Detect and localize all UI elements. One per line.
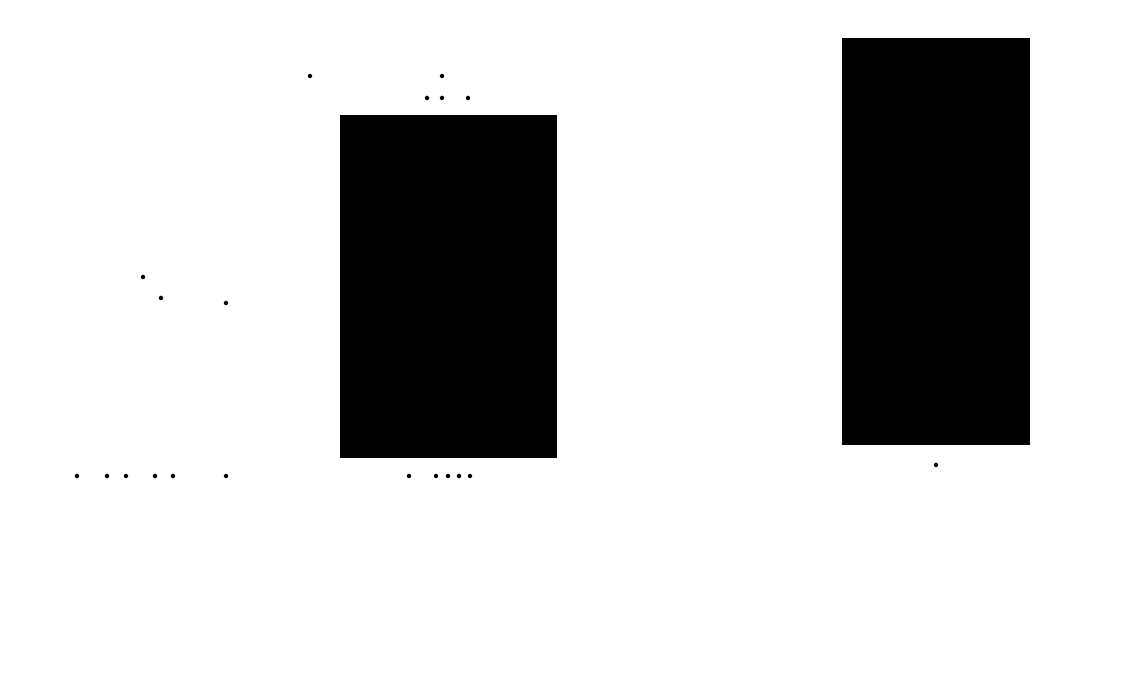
conn7-pins: [33, 576, 112, 590]
u1-portd-pins: [573, 249, 637, 265]
u1-portb-pins: [573, 119, 637, 135]
bus-entry: [1082, 52, 1113, 65]
no-connect-icon: [817, 409, 823, 415]
u1-pin-xtal1: [315, 164, 325, 170]
usb-pin: [105, 355, 109, 360]
ic2-pin-ale: [1046, 145, 1055, 151]
u1-porte-pins: [573, 344, 637, 360]
no-connect-icon: [1049, 145, 1055, 151]
no-connect-icon: [817, 50, 823, 56]
no-connect-icon: [617, 218, 623, 224]
vcc-power-flag: [174, 339, 180, 345]
ic2-portb-pins: [1046, 160, 1113, 176]
bus-entry: [617, 252, 637, 265]
u1-right-pin-row: [573, 389, 637, 405]
ic2-right-pin-row: [1046, 160, 1113, 176]
ic2-portd-pins: [1046, 349, 1113, 365]
bus-entry: [617, 392, 637, 405]
ic2-symbol: [817, 18, 1113, 480]
no-connect-icon: [315, 185, 321, 191]
ic2-pin-oc1b: [817, 409, 827, 415]
bus-entry: [617, 122, 637, 135]
ic2-pin-gnd: [934, 460, 938, 465]
r2-resistor: [161, 272, 217, 282]
usb-top-pins: [105, 355, 109, 360]
schematic-canvas: [33, 18, 1113, 661]
ic2-right-pin-row: [1046, 49, 1113, 65]
conn7-symbol: [33, 576, 138, 661]
no-connect-icon: [1081, 160, 1087, 166]
no-connect-icon: [315, 164, 321, 170]
conn7-pin-row: [33, 576, 112, 590]
bus-entry: [1082, 352, 1113, 365]
u1-pin-dminus: [320, 286, 325, 290]
u1-portf-pins: [573, 389, 637, 405]
no-connect-icon: [817, 105, 823, 111]
no-connect-icon: [315, 119, 321, 125]
no-connect-icon: [1081, 49, 1087, 55]
no-connect-icon: [1081, 252, 1087, 258]
u1-pin-xtal2: [315, 185, 325, 191]
u1-pin-vbus: [320, 256, 325, 260]
u1-portc-pins: [573, 218, 637, 234]
ic2-pin-icp: [817, 395, 827, 401]
pin-pad: [105, 582, 112, 590]
no-connect-icon: [817, 149, 823, 155]
no-connect-icon: [1081, 349, 1087, 355]
ic2-right-pin-row: [1046, 252, 1113, 268]
u1-pin-ucap: [320, 301, 325, 305]
c4-capacitor: [217, 322, 236, 327]
bus-entry: [617, 347, 637, 360]
ic2-porta-pins: [1046, 49, 1113, 65]
u1-right-pin-row: [573, 344, 637, 360]
no-connect-icon: [617, 119, 623, 125]
u1-bottom-pins: [409, 458, 470, 474]
u1-pin-reset: [315, 119, 325, 125]
ic2-pin-xtal2: [817, 105, 827, 111]
bus-entry: [617, 221, 637, 234]
ic2-right-pin-row: [1046, 349, 1113, 365]
ground-symbol: [930, 472, 942, 480]
u1-pin-dplus: [320, 275, 325, 279]
no-connect-icon: [617, 344, 623, 350]
r3-resistor: [161, 293, 217, 303]
u1-pin-aref: [320, 390, 325, 394]
no-connect-icon: [817, 395, 823, 401]
bus-entry: [1082, 255, 1113, 268]
ic2-pin-reset: [817, 50, 827, 56]
bus-entry: [1082, 163, 1113, 176]
usb-bottom-pins: [107, 455, 173, 474]
u1-right-pin-row: [573, 249, 637, 265]
conn7-body: [104, 578, 138, 661]
u1-right-pin-row: [573, 218, 637, 234]
no-connect-icon: [617, 249, 623, 255]
ic2-pin-vcc: [933, 18, 937, 23]
no-connect-icon: [36, 583, 42, 589]
no-connect-icon: [617, 389, 623, 395]
ic2-portc-pins: [1046, 252, 1113, 268]
ic2-pin-xtal1: [817, 149, 827, 155]
u1-symbol: [315, 95, 637, 474]
usb-connector-symbol: [100, 339, 188, 474]
ic2-body: [842, 38, 1030, 445]
bus-entry: [33, 576, 45, 586]
u1-right-pin-row: [573, 119, 637, 135]
usb-connector-body: [100, 375, 188, 455]
ground-symbol: [430, 479, 442, 487]
u1-body: [340, 115, 557, 458]
